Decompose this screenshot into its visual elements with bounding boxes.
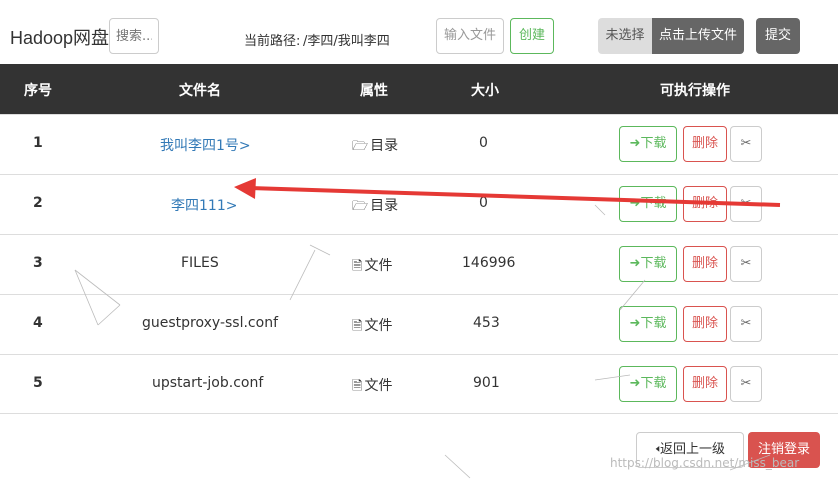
brand-title[interactable]: Hadoop网盘: [10, 24, 109, 50]
attribute-text: 文件: [364, 318, 393, 334]
sign-in-icon: ➜: [629, 196, 641, 211]
download-button[interactable]: ➜下载: [619, 366, 677, 402]
path-label: 当前路径:: [244, 34, 301, 49]
scissors-icon: ✂: [740, 316, 752, 331]
table-row: 2 李四111> 🗁 目录 0 ➜下载 删除 ✂: [0, 174, 838, 234]
row-index: 1: [33, 135, 43, 151]
row-attribute: 🗎 文件: [352, 255, 392, 279]
table-row: 3 FILES 🗎 文件 146996 ➜下载 删除 ✂: [0, 234, 838, 294]
create-button[interactable]: 创建: [510, 18, 554, 54]
row-attribute: 🗎 文件: [352, 375, 392, 399]
attribute-text: 目录: [370, 198, 399, 214]
cut-button[interactable]: ✂: [730, 246, 762, 282]
cut-button[interactable]: ✂: [730, 366, 762, 402]
file-name: upstart-job.conf: [152, 375, 264, 391]
folder-open-icon: 🗁: [352, 199, 369, 214]
row-index: 5: [33, 375, 43, 391]
scissors-icon: ✂: [740, 256, 752, 271]
cut-button[interactable]: ✂: [730, 306, 762, 342]
sign-in-icon: ➜: [629, 136, 641, 151]
attribute-text: 目录: [370, 138, 399, 154]
submit-button[interactable]: 提交: [756, 18, 800, 54]
row-size: 901: [473, 375, 500, 391]
delete-button[interactable]: 删除: [683, 306, 727, 342]
row-size: 453: [473, 315, 500, 331]
table-row: 5 upstart-job.conf 🗎 文件 901 ➜下载 删除 ✂: [0, 354, 838, 414]
new-file-input[interactable]: 输入文件: [436, 18, 504, 54]
header-actions: 可执行操作: [660, 83, 730, 99]
delete-button[interactable]: 删除: [683, 186, 727, 222]
row-index: 3: [33, 255, 43, 271]
file-text-icon: 🗎: [352, 319, 363, 334]
file-text-icon: 🗎: [352, 259, 363, 274]
download-button[interactable]: ➜下载: [619, 246, 677, 282]
dir-link[interactable]: 我叫李四1号>: [160, 135, 251, 155]
cut-button[interactable]: ✂: [730, 186, 762, 222]
table-header: 序号 文件名 属性 大小 可执行操作: [0, 64, 838, 114]
header-index: 序号: [24, 83, 52, 99]
download-button[interactable]: ➜下载: [619, 306, 677, 342]
dir-link[interactable]: 李四111>: [171, 195, 237, 215]
sign-in-icon: ➜: [629, 376, 641, 391]
table-row: 4 guestproxy-ssl.conf 🗎 文件 453 ➜下载 删除 ✂: [0, 294, 838, 354]
scissors-icon: ✂: [740, 136, 752, 151]
download-button[interactable]: ➜下载: [619, 126, 677, 162]
header-attribute: 属性: [360, 83, 388, 99]
current-path: /李四/我叫李四: [303, 34, 390, 49]
file-name: guestproxy-ssl.conf: [142, 315, 278, 331]
cut-button[interactable]: ✂: [730, 126, 762, 162]
download-button[interactable]: ➜下载: [619, 186, 677, 222]
sign-in-icon: ➜: [629, 256, 641, 271]
watermark: https://blog.csdn.net/miss_bear: [610, 456, 800, 470]
scissors-icon: ✂: [740, 196, 752, 211]
header-filename: 文件名: [179, 83, 221, 99]
attribute-text: 文件: [364, 258, 393, 274]
file-name: FILES: [181, 255, 219, 271]
row-attribute: 🗎 文件: [352, 315, 392, 339]
row-size: 146996: [462, 255, 516, 271]
file-text-icon: 🗎: [352, 379, 363, 394]
row-index: 2: [33, 195, 43, 211]
row-attribute: 🗁 目录: [352, 195, 398, 219]
header-size: 大小: [471, 83, 499, 99]
attribute-text: 文件: [364, 378, 393, 394]
row-index: 4: [33, 315, 43, 331]
delete-button[interactable]: 删除: [683, 246, 727, 282]
row-size: 0: [479, 195, 488, 211]
top-navbar: Hadoop网盘 当前路径: /李四/我叫李四 输入文件 创建 未选择 点击上传…: [0, 0, 838, 64]
row-size: 0: [479, 135, 488, 151]
table-row: 1 我叫李四1号> 🗁 目录 0 ➜下载 删除 ✂: [0, 114, 838, 174]
delete-button[interactable]: 删除: [683, 126, 727, 162]
sign-in-icon: ➜: [629, 316, 641, 331]
row-attribute: 🗁 目录: [352, 135, 398, 159]
file-chosen-status[interactable]: 未选择: [598, 18, 652, 54]
search-input[interactable]: [109, 18, 159, 54]
delete-button[interactable]: 删除: [683, 366, 727, 402]
upload-file-button[interactable]: 点击上传文件: [652, 18, 744, 54]
scissors-icon: ✂: [740, 376, 752, 391]
folder-open-icon: 🗁: [352, 139, 369, 154]
